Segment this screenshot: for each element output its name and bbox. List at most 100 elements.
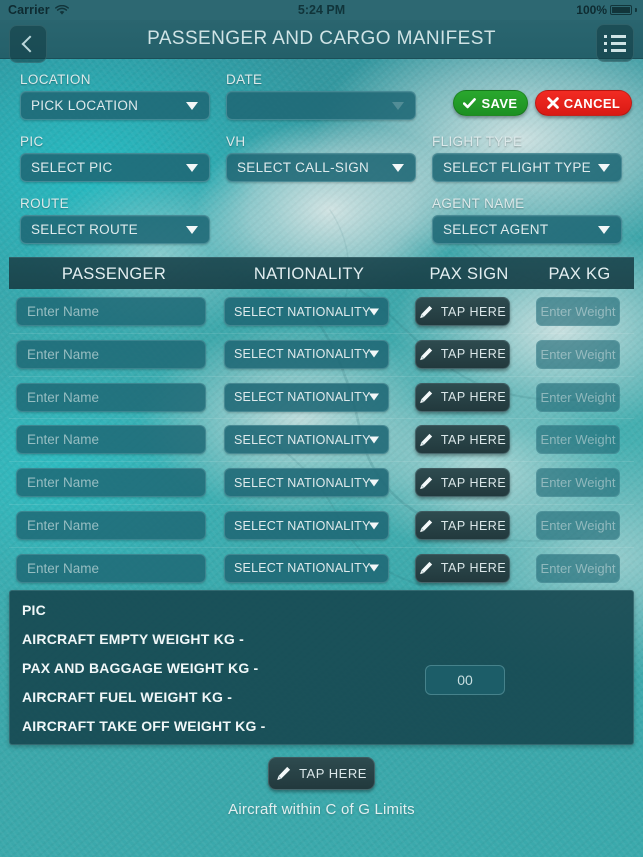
list-menu-icon <box>604 34 626 52</box>
pax-weight-input[interactable]: Enter Weight <box>536 553 620 583</box>
chevron-down-icon <box>598 163 610 172</box>
vh-select[interactable]: SELECT CALL-SIGN <box>226 153 416 182</box>
passenger-name-input[interactable]: Enter Name <box>16 297 206 326</box>
date-label: DATE <box>226 72 263 87</box>
pic-sign-button[interactable]: TAP HERE <box>268 757 375 790</box>
pax-sign-button[interactable]: TAP HERE <box>415 468 510 498</box>
pax-weight-input[interactable]: Enter Weight <box>536 425 620 455</box>
chevron-down-icon <box>369 393 379 401</box>
cofg-status-text: Aircraft within C of G Limits <box>228 801 415 818</box>
table-row-separator <box>9 332 634 334</box>
navigation-bar: PASSENGER AND CARGO MANIFEST <box>0 20 643 63</box>
location-label: LOCATION <box>20 72 91 87</box>
column-header-passenger: PASSENGER <box>61 265 167 283</box>
pencil-icon <box>277 766 291 780</box>
table-row: Enter Name SELECT NATIONALITY TAP HERE Ente… <box>0 339 643 369</box>
nationality-value: SELECT NATIONALITY <box>234 561 371 576</box>
nationality-select[interactable]: SELECT NATIONALITY <box>224 297 389 326</box>
save-button[interactable]: SAVE <box>453 90 528 116</box>
pax-sign-label: TAP HERE <box>440 304 507 319</box>
date-field[interactable] <box>226 91 416 120</box>
nationality-select[interactable]: SELECT NATIONALITY <box>224 382 389 412</box>
pax-weight-input[interactable]: Enter Weight <box>536 382 620 412</box>
chevron-down-icon <box>369 308 379 315</box>
pax-sign-button[interactable]: TAP HERE <box>415 425 510 455</box>
pax-sign-button[interactable]: TAP HERE <box>415 382 510 412</box>
cross-icon <box>546 97 559 109</box>
chevron-down-icon <box>369 522 379 529</box>
location-select[interactable]: PICK LOCATION <box>20 91 210 120</box>
passenger-name-input[interactable]: Enter Name <box>16 425 206 455</box>
cancel-button[interactable]: CANCEL <box>535 90 632 116</box>
passenger-name-input[interactable]: Enter Name <box>16 382 206 412</box>
column-header-nationality: NATIONALITY <box>253 265 365 283</box>
location-value: PICK LOCATION <box>31 98 139 113</box>
table-row-separator <box>9 418 634 420</box>
pax-weight-input[interactable]: Enter Weight <box>536 297 620 326</box>
table-row: Enter Name SELECT NATIONALITY TAP HERE Ente… <box>0 468 643 498</box>
table-row-separator <box>9 461 634 463</box>
agent-value: SELECT AGENT <box>443 222 549 237</box>
nationality-select[interactable]: SELECT NATIONALITY <box>224 339 389 369</box>
chevron-down-icon <box>369 350 379 358</box>
table-row: Enter Name SELECT NATIONALITY TAP HERE Ente… <box>0 425 643 455</box>
passenger-name-input[interactable]: Enter Name <box>16 553 206 583</box>
column-header-pax-sign: PAX SIGN <box>429 265 509 283</box>
table-row: Enter Name SELECT NATIONALITY TAP HERE Ente… <box>0 297 643 326</box>
pax-weight-input[interactable]: Enter Weight <box>536 468 620 498</box>
summary-pic: PIC <box>22 602 46 618</box>
fuel-weight-input[interactable]: 00 <box>425 665 505 695</box>
menu-button[interactable] <box>596 24 634 62</box>
vh-value: SELECT CALL-SIGN <box>237 160 370 175</box>
check-icon <box>463 97 477 108</box>
pic-label: PIC <box>20 134 44 149</box>
passenger-table-header: PASSENGER NATIONALITY PAX SIGN PAX KG <box>9 257 634 289</box>
pax-sign-label: TAP HERE <box>440 475 507 490</box>
nationality-value: SELECT NATIONALITY <box>234 518 371 533</box>
chevron-down-icon <box>369 479 379 487</box>
pax-weight-input[interactable]: Enter Weight <box>536 511 620 540</box>
nationality-select[interactable]: SELECT NATIONALITY <box>224 425 389 455</box>
pax-sign-button[interactable]: TAP HERE <box>415 553 510 583</box>
chevron-down-icon <box>392 101 404 110</box>
battery-indicator: 100% <box>576 3 637 17</box>
flight-type-select[interactable]: SELECT FLIGHT TYPE <box>432 153 622 182</box>
passenger-name-input[interactable]: Enter Name <box>16 511 206 540</box>
weight-summary-panel: PIC AIRCRAFT EMPTY WEIGHT KG - PAX AND B… <box>9 590 634 745</box>
pencil-icon <box>419 562 432 575</box>
status-clock: 5:24 PM <box>297 3 346 17</box>
chevron-down-icon <box>369 564 379 572</box>
agent-select[interactable]: SELECT AGENT <box>432 215 622 244</box>
table-row: Enter Name SELECT NATIONALITY TAP HERE Ente… <box>0 511 643 540</box>
pax-sign-button[interactable]: TAP HERE <box>415 511 510 540</box>
column-header-pax-kg: PAX KG <box>548 265 611 283</box>
pencil-icon <box>419 390 432 404</box>
pic-select[interactable]: SELECT PIC <box>20 153 210 182</box>
nationality-value: SELECT NATIONALITY <box>234 475 371 490</box>
nationality-select[interactable]: SELECT NATIONALITY <box>224 511 389 540</box>
nationality-select[interactable]: SELECT NATIONALITY <box>224 468 389 498</box>
nationality-value: SELECT NATIONALITY <box>234 432 371 447</box>
nationality-value: SELECT NATIONALITY <box>234 304 371 319</box>
chevron-down-icon <box>392 163 404 172</box>
passenger-name-input[interactable]: Enter Name <box>16 468 206 498</box>
pax-sign-label: TAP HERE <box>440 390 507 405</box>
passenger-name-input[interactable]: Enter Name <box>16 339 206 369</box>
chevron-down-icon <box>598 225 610 234</box>
pax-weight-input[interactable]: Enter Weight <box>536 339 620 369</box>
pax-sign-button[interactable]: TAP HERE <box>415 297 510 326</box>
page-title: PASSENGER AND CARGO MANIFEST <box>147 28 496 49</box>
pax-sign-button[interactable]: TAP HERE <box>415 339 510 369</box>
nationality-value: SELECT NATIONALITY <box>234 347 371 362</box>
route-select[interactable]: SELECT ROUTE <box>20 215 210 244</box>
nationality-select[interactable]: SELECT NATIONALITY <box>224 553 389 583</box>
pax-sign-label: TAP HERE <box>440 432 507 447</box>
pencil-icon <box>419 433 432 446</box>
pic-sign-label: TAP HERE <box>299 766 367 781</box>
save-label: SAVE <box>481 95 518 111</box>
pencil-icon <box>419 305 432 318</box>
table-row-separator <box>9 504 634 505</box>
chevron-down-icon <box>369 436 379 444</box>
summary-pax-baggage-weight: PAX AND BAGGAGE WEIGHT KG - <box>22 660 259 676</box>
vh-label: VH <box>226 134 246 149</box>
